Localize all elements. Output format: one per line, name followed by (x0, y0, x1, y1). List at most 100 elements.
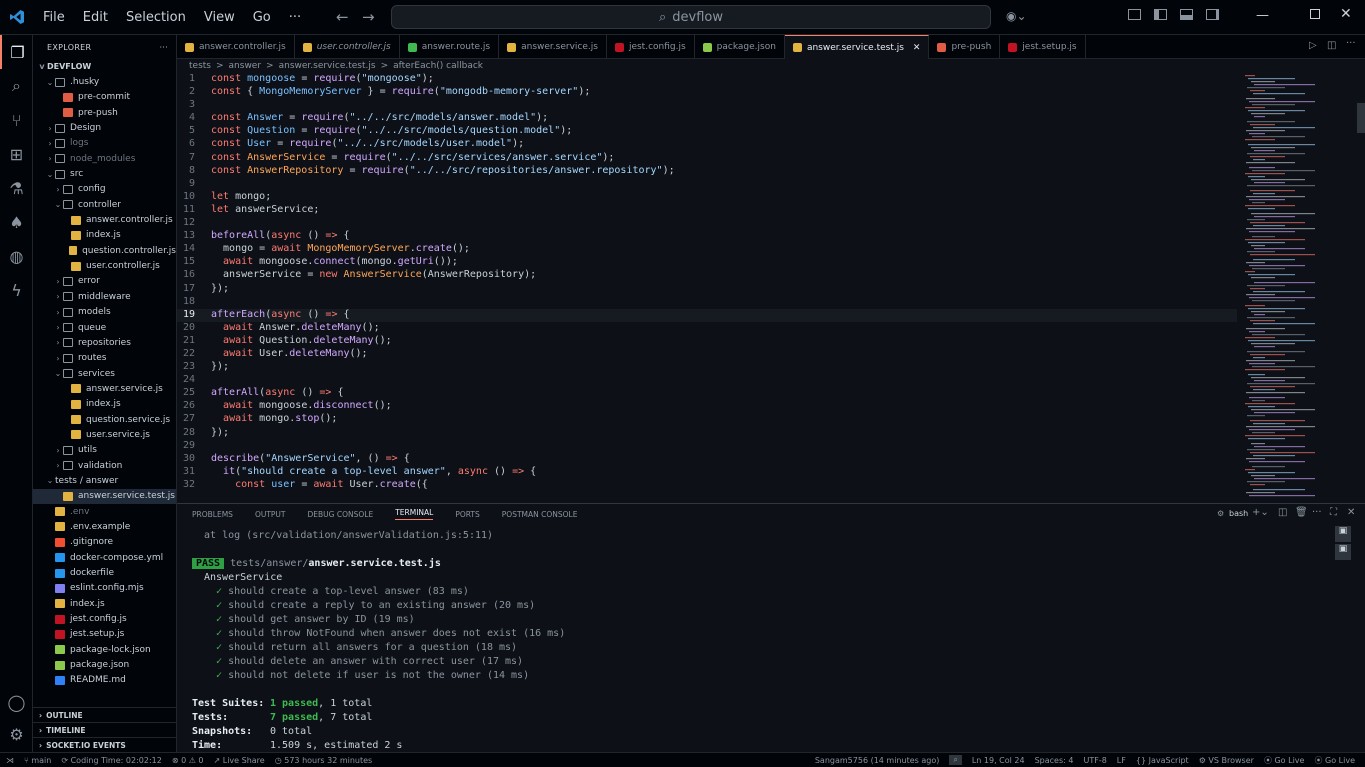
tree-item[interactable]: index.js (33, 596, 176, 611)
panel-tab-ports[interactable]: PORTS (455, 510, 479, 519)
language-mode[interactable]: {} JavaScript (1136, 756, 1189, 765)
tree-item[interactable]: .gitignore (33, 535, 176, 550)
tree-item[interactable]: › routes (33, 351, 176, 366)
tree-item[interactable]: answer.controller.js (33, 212, 176, 227)
panel-tab-problems[interactable]: PROBLEMS (192, 510, 233, 519)
postman-icon[interactable]: ◍ (0, 239, 33, 273)
manage-gear-icon[interactable]: ⚙ (0, 717, 33, 751)
close-tab-icon[interactable]: ✕ (913, 43, 921, 53)
socketio-events-section[interactable]: › SOCKET.IO EVENTS (33, 737, 176, 752)
tree-item[interactable]: ⌄ controller (33, 197, 176, 212)
tree-item[interactable]: user.service.js (33, 427, 176, 442)
tab-user-controller-js[interactable]: user.controller.js (295, 35, 400, 59)
menu-file[interactable]: File (43, 10, 65, 25)
search-view-icon[interactable]: ⌕ (0, 69, 33, 103)
panel-tab-output[interactable]: OUTPUT (255, 510, 286, 519)
tree-item[interactable]: question.service.js (33, 412, 176, 427)
tab-answer-service-js[interactable]: answer.service.js (499, 35, 607, 59)
menu-view[interactable]: View (204, 10, 235, 25)
tree-item[interactable]: docker-compose.yml (33, 550, 176, 565)
remote-icon[interactable]: ⋊ (6, 756, 14, 765)
kill-terminal-icon[interactable]: 🗑 (1295, 507, 1308, 518)
tree-item[interactable]: ⌄ services (33, 366, 176, 381)
tree-item[interactable]: › queue (33, 320, 176, 335)
menu-selection[interactable]: Selection (126, 10, 186, 25)
vs-browser[interactable]: ⚙ VS Browser (1199, 756, 1254, 765)
tree-item[interactable]: .env.example (33, 519, 176, 534)
live-share[interactable]: ↗ Live Share (214, 756, 265, 765)
restore-icon[interactable] (1310, 9, 1320, 19)
tree-item[interactable]: index.js (33, 397, 176, 412)
end-of-line[interactable]: LF (1117, 756, 1126, 765)
account-icon[interactable]: ◯ (0, 685, 33, 719)
tree-item[interactable]: ⌄ .husky (33, 74, 176, 89)
panel-more-icon[interactable]: ··· (1312, 507, 1322, 518)
breadcrumb-tests[interactable]: tests (189, 61, 211, 71)
tree-item[interactable]: › validation (33, 458, 176, 473)
terminal-shell-name[interactable]: bash (1229, 509, 1248, 518)
indentation[interactable]: Spaces: 4 (1035, 756, 1074, 765)
toggle-panel-icon[interactable] (1180, 9, 1193, 20)
forward-arrow-icon[interactable]: → (362, 8, 375, 26)
tab-package-json[interactable]: package.json (695, 35, 785, 59)
run-icon[interactable]: ▷ (1309, 40, 1317, 51)
toggle-secondary-sidebar-icon[interactable] (1206, 9, 1219, 20)
breadcrumb-answer[interactable]: answer (229, 61, 262, 71)
tab-pre-push[interactable]: pre-push (929, 35, 1001, 59)
extensions-icon[interactable]: ⊞ (0, 137, 33, 171)
tab-answer-controller-js[interactable]: answer.controller.js (177, 35, 295, 59)
breadcrumb-file[interactable]: answer.service.test.js (279, 61, 376, 71)
tree-item[interactable]: › error (33, 274, 176, 289)
go-live[interactable]: ⦿ Go Live (1264, 755, 1305, 766)
terminal-instance-icon[interactable]: ▣ (1335, 526, 1351, 542)
timeline-section[interactable]: › TIMELINE (33, 722, 176, 737)
tab-jest-config-js[interactable]: jest.config.js (607, 35, 695, 59)
tree-item[interactable]: › repositories (33, 335, 176, 350)
minimap[interactable] (1240, 73, 1355, 498)
testing-icon[interactable]: ⚗ (0, 171, 33, 205)
back-arrow-icon[interactable]: ← (336, 8, 349, 26)
wakatime[interactable]: ◷ 573 hours 32 minutes (275, 756, 372, 765)
close-panel-icon[interactable]: ✕ (1347, 507, 1355, 518)
tree-item[interactable]: jest.setup.js (33, 627, 176, 642)
tree-item[interactable]: ⌄ tests / answer (33, 473, 176, 488)
tree-item[interactable]: › logs (33, 136, 176, 151)
git-blame[interactable]: Sangam5756 (14 minutes ago) (815, 756, 940, 765)
branch-indicator[interactable]: ⑂ main (24, 756, 51, 765)
tree-item[interactable]: user.controller.js (33, 258, 176, 273)
editor-scrollbar[interactable] (1357, 103, 1365, 133)
tree-item[interactable]: package-lock.json (33, 642, 176, 657)
go-live-2[interactable]: ⦿ Go Live (1314, 755, 1355, 766)
code-editor[interactable]: 1 const mongoose = require("mongoose"); 2 c… (177, 73, 1237, 498)
split-editor-icon[interactable]: ◫ (1327, 40, 1336, 51)
tree-item[interactable]: .env (33, 504, 176, 519)
outline-section[interactable]: › OUTLINE (33, 707, 176, 722)
tree-item[interactable]: ⌄ src (33, 166, 176, 181)
menu-edit[interactable]: Edit (83, 10, 108, 25)
command-center-search[interactable]: ⌕ devflow (391, 5, 991, 29)
bash-icon[interactable]: ⚙ (1217, 509, 1224, 518)
tree-item[interactable]: answer.service.test.js (33, 488, 176, 504)
tree-item[interactable]: eslint.config.mjs (33, 581, 176, 596)
panel-tab-postman-console[interactable]: POSTMAN CONSOLE (502, 510, 578, 519)
split-terminal-icon[interactable]: ◫ (1278, 507, 1287, 518)
explorer-more-icon[interactable]: ··· (159, 43, 168, 52)
tree-item[interactable]: README.md (33, 673, 176, 688)
tree-item[interactable]: pre-push (33, 105, 176, 120)
tree-item[interactable]: index.js (33, 228, 176, 243)
new-terminal-icon[interactable]: +⌄ (1252, 507, 1269, 518)
tab-answer-service-test-js[interactable]: answer.service.test.js ✕ (784, 35, 930, 59)
tree-item[interactable]: question.controller.js (33, 243, 176, 258)
source-control-icon[interactable]: ⑂ (0, 103, 33, 137)
zoom-icon[interactable]: ⌕ (949, 755, 962, 765)
mongodb-icon[interactable]: ♠ (0, 205, 33, 239)
toggle-primary-sidebar-icon[interactable] (1154, 9, 1167, 20)
tree-item[interactable]: package.json (33, 657, 176, 672)
panel-tab-terminal[interactable]: TERMINAL (395, 508, 434, 520)
encoding[interactable]: UTF-8 (1083, 756, 1106, 765)
tree-item[interactable]: dockerfile (33, 565, 176, 580)
explorer-icon[interactable]: ❐ (0, 35, 33, 69)
tree-item[interactable]: › models (33, 305, 176, 320)
tree-item[interactable]: jest.config.js (33, 611, 176, 626)
breadcrumb-symbol[interactable]: afterEach() callback (393, 61, 483, 71)
